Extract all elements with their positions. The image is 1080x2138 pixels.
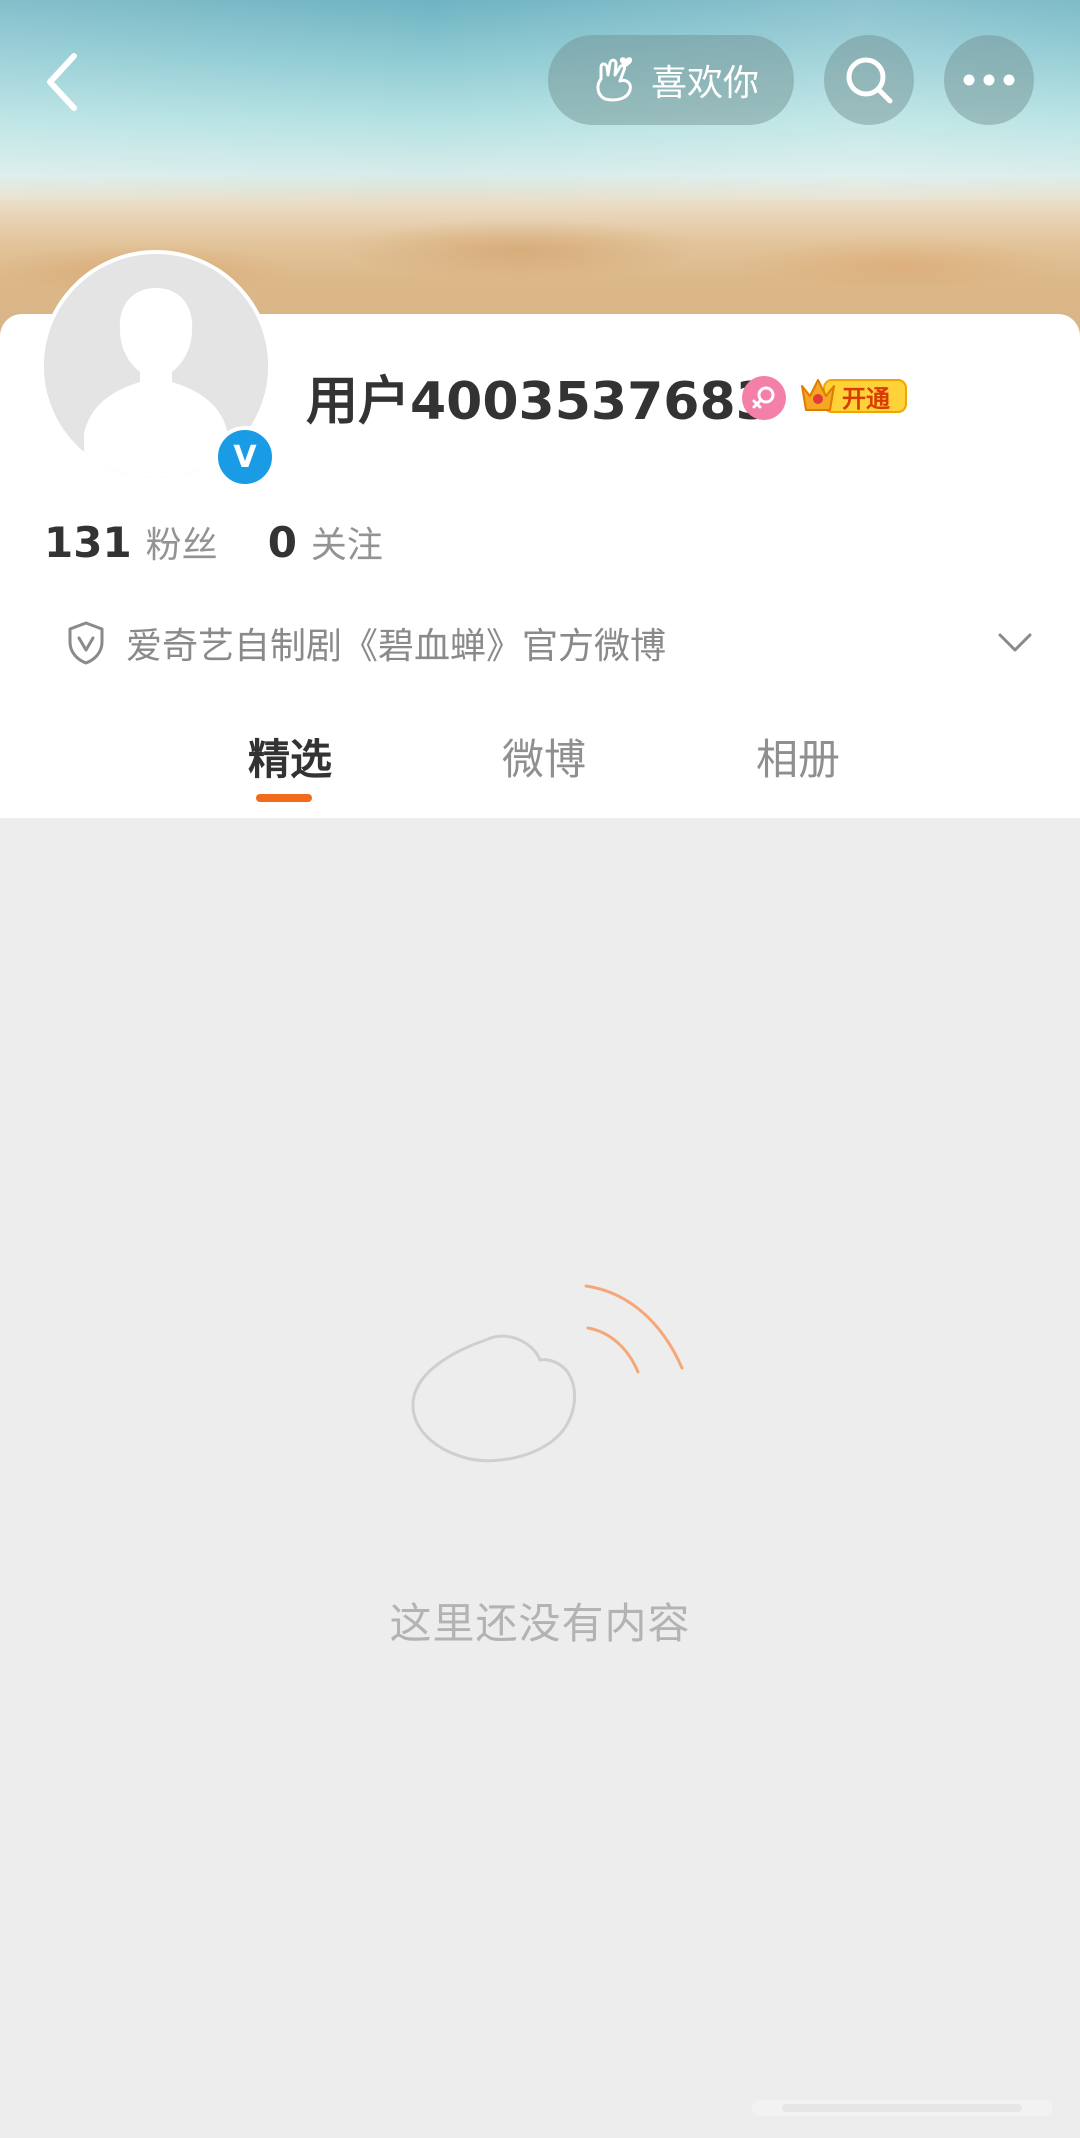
more-button[interactable] (944, 35, 1034, 125)
female-icon (742, 376, 786, 420)
chevron-down-icon[interactable] (994, 622, 1036, 664)
back-button[interactable] (30, 40, 94, 124)
search-icon (846, 57, 893, 104)
tab-album[interactable]: 相册 (708, 710, 888, 810)
followers-label[interactable]: 粉丝 (146, 516, 218, 568)
following-count[interactable]: 0 (268, 518, 297, 567)
verified-badge: V (214, 426, 276, 488)
verification-info-row[interactable]: 爱奇艺自制剧《碧血蝉》官方微博 (66, 612, 1036, 674)
empty-state-message: 这里还没有内容 (389, 1599, 691, 1648)
banner-haze (0, 0, 1080, 200)
follow-stats: 131 粉丝 0 关注 (44, 516, 383, 568)
more-dots-icon (963, 74, 1015, 86)
username: 用户4003537683 (306, 372, 772, 432)
hand-heart-icon (593, 55, 639, 105)
like-you-label: 喜欢你 (650, 63, 759, 104)
shield-verified-icon (66, 620, 106, 666)
vip-open-label: 开通 (842, 385, 890, 413)
active-tab-indicator (256, 794, 312, 802)
chevron-left-icon (47, 53, 77, 111)
weibo-logo-outline-icon (411, 1284, 684, 1463)
verified-badge-letter: V (233, 439, 257, 475)
profile-page: 喜欢你 V 用户4003537683 开通 131 粉丝 0 关注 爱奇艺自制剧… (0, 0, 1080, 2138)
followers-count[interactable]: 131 (44, 518, 132, 567)
profile-tabs: 精选 微博 相册 (0, 710, 1080, 818)
tab-weibo[interactable]: 微博 (454, 710, 634, 810)
empty-state-illustration (400, 1280, 700, 1530)
corner-watermark (742, 2086, 1072, 2130)
search-button[interactable] (824, 35, 914, 125)
like-you-button[interactable]: 喜欢你 (548, 35, 794, 125)
vip-open-badge[interactable]: 开通 (798, 372, 908, 418)
verification-description: 爱奇艺自制剧《碧血蝉》官方微博 (126, 626, 667, 667)
following-label[interactable]: 关注 (311, 516, 383, 568)
